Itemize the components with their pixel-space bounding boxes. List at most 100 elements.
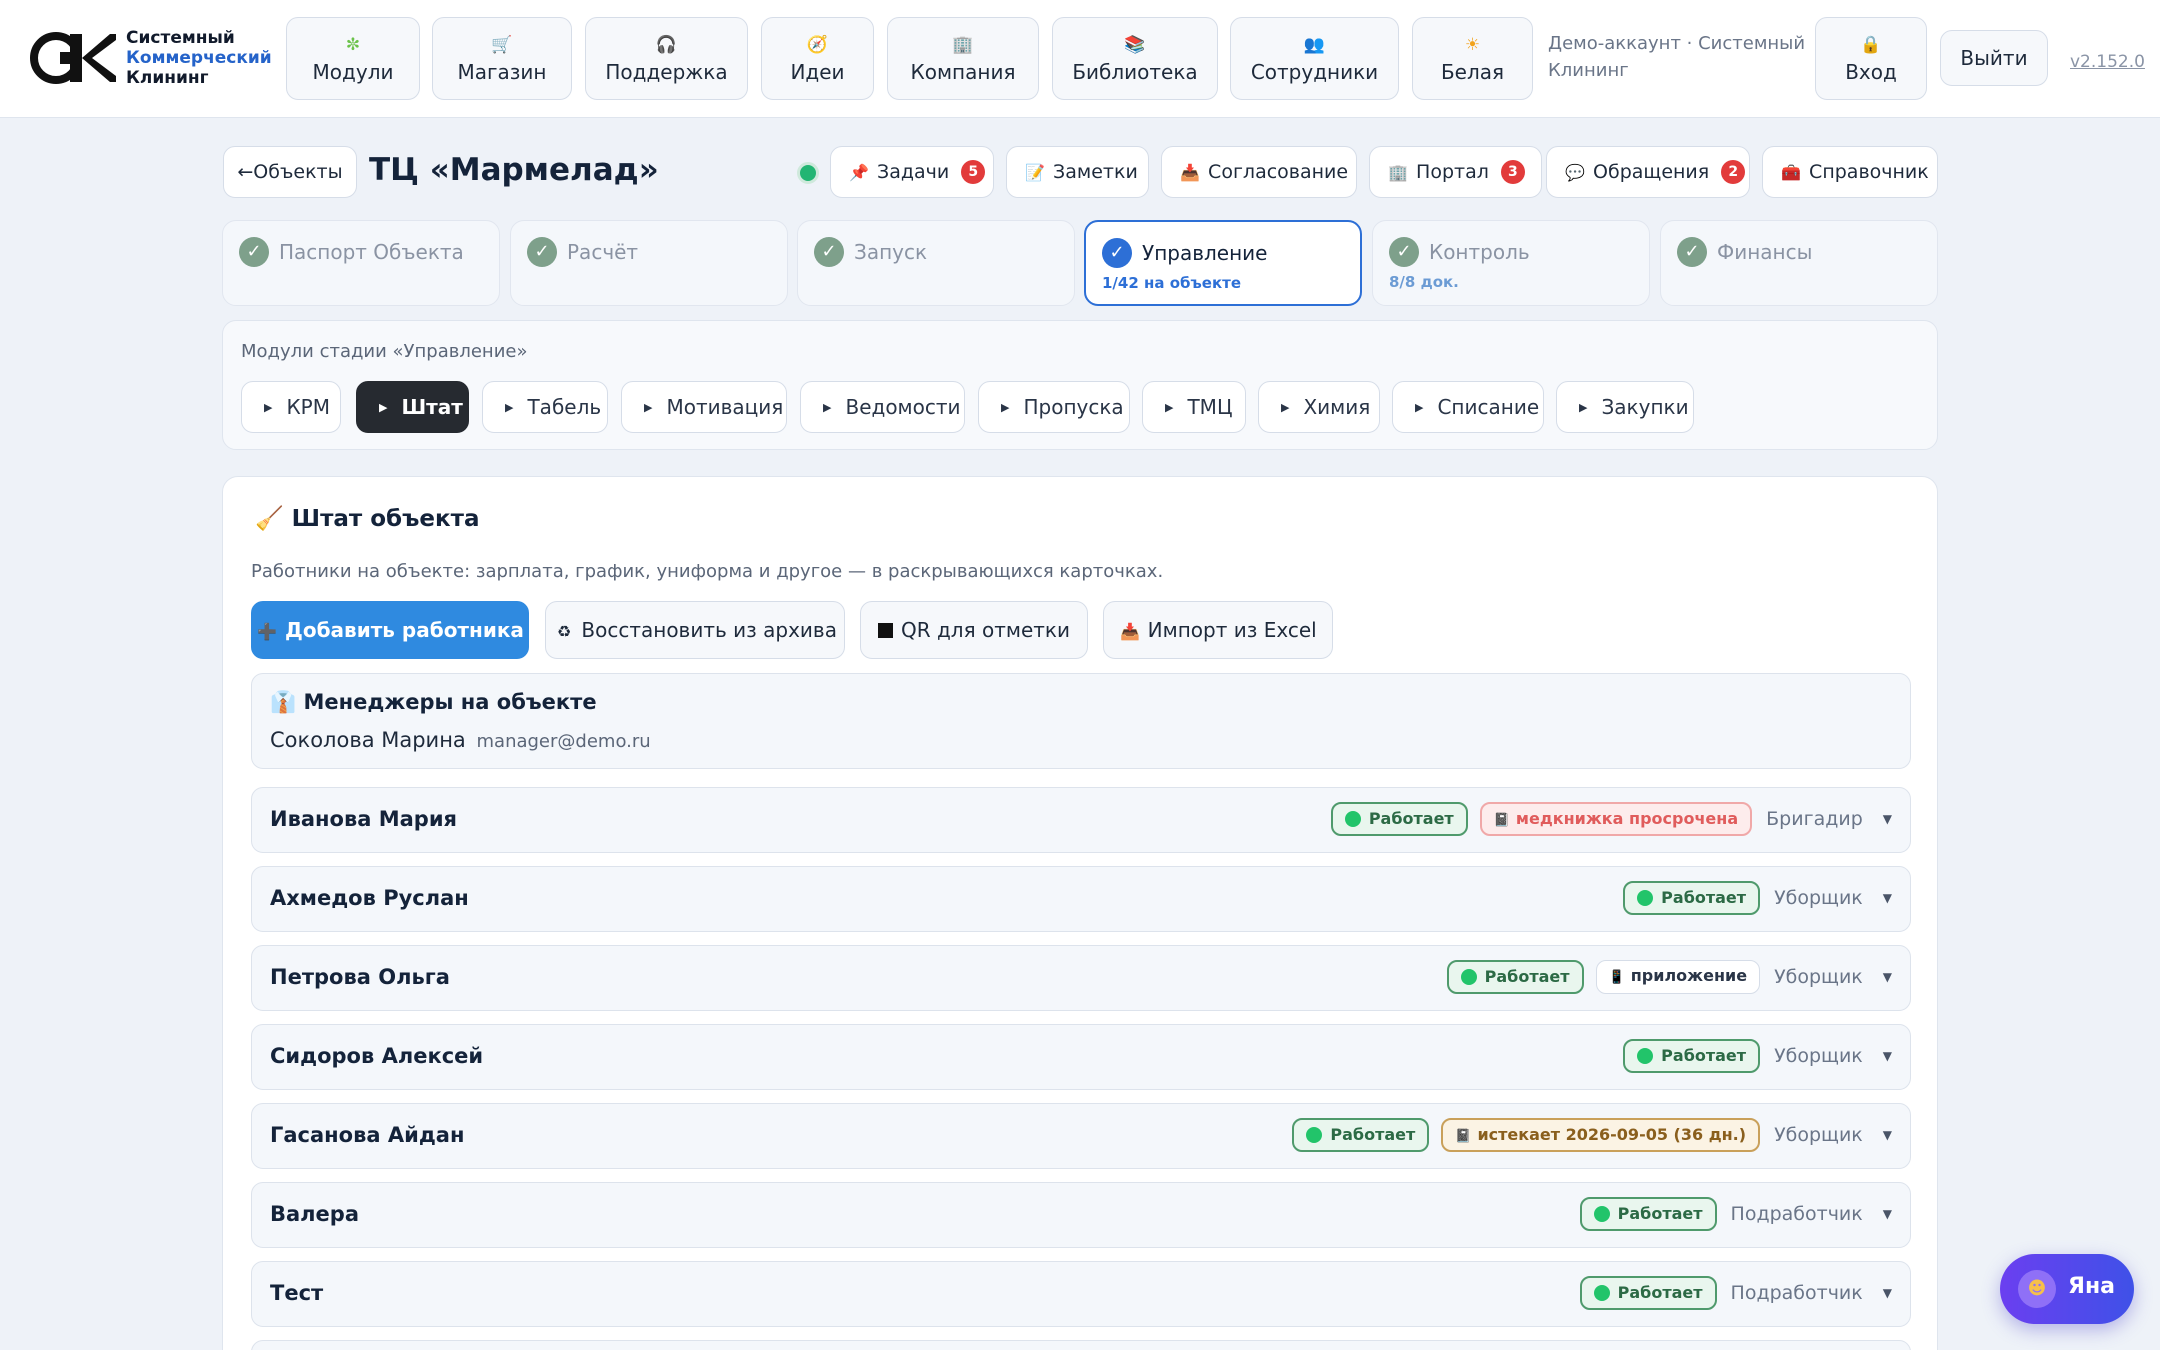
login-button[interactable]: 🔒 Вход — [1815, 17, 1927, 100]
worker-row[interactable]: Сидоров Алексей Работает Уборщик ▼ — [251, 1024, 1911, 1090]
assistant-button[interactable]: ☻ Яна — [2000, 1254, 2134, 1324]
app-badge: 📱 приложение — [1595, 960, 1761, 994]
stage-passport[interactable]: ✓ Паспорт Объекта — [222, 220, 500, 306]
triangle-right-icon: ▶ — [1281, 401, 1290, 414]
checkmark-icon: ✓ — [814, 237, 844, 267]
stage-label: Контроль — [1429, 240, 1530, 264]
worker-row[interactable]: Гасанова Айдан Работает 📓 истекает 2026-09… — [251, 1103, 1911, 1169]
memo-icon: 📝 — [1025, 163, 1045, 182]
medical-book-badge: 📓 медкнижка просрочена — [1479, 802, 1753, 836]
requests-button[interactable]: 💬 Обращения 2 — [1546, 146, 1750, 198]
worker-row[interactable]: Валера Работает Подработчик ▼ — [251, 1182, 1911, 1248]
stage-progress: 8/8 док. — [1389, 273, 1459, 291]
checkmark-icon: ✓ — [1389, 237, 1419, 267]
chevron-down-icon[interactable]: ▼ — [1883, 891, 1892, 905]
triangle-right-icon: ▶ — [1579, 401, 1588, 414]
module-write-off[interactable]: ▶ Списание — [1392, 381, 1544, 433]
module-passes[interactable]: ▶ Пропуска — [978, 381, 1130, 433]
brand-line-1: Системный — [126, 28, 235, 48]
worker-meta: Работает Уборщик ▼ — [1611, 1039, 1892, 1075]
chevron-down-icon[interactable]: ▼ — [1883, 1207, 1892, 1221]
worker-row[interactable]: Петрова Ольга Работает 📱 приложение Уборщик… — [251, 945, 1911, 1011]
chevron-down-icon[interactable]: ▼ — [1883, 1286, 1892, 1300]
add-worker-button[interactable]: ➕ Добавить работника — [251, 601, 529, 659]
triangle-right-icon: ▶ — [644, 401, 653, 414]
module-krm[interactable]: ▶ КРМ — [241, 381, 341, 433]
portal-count-badge: 3 — [1500, 160, 1525, 184]
chevron-down-icon[interactable]: ▼ — [1883, 1049, 1892, 1063]
notes-button[interactable]: 📝 Заметки — [1006, 146, 1149, 198]
nav-employees[interactable]: 👥 Сотрудники — [1230, 17, 1399, 100]
status-text: Работает — [1617, 1204, 1703, 1223]
status-badge: Работает — [1579, 1276, 1717, 1310]
directory-button[interactable]: 🧰 Справочник — [1762, 146, 1938, 198]
cleaner-person-icon: 🧹 — [255, 506, 284, 532]
module-chemicals[interactable]: ▶ Химия — [1258, 381, 1380, 433]
checkmark-icon: ✓ — [1102, 238, 1132, 268]
managers-title-text: Менеджеры на объекте — [303, 690, 597, 714]
stage-management[interactable]: ✓ Управление 1/42 на объекте — [1084, 220, 1362, 306]
nav-shop[interactable]: 🛒 Магазин — [432, 17, 572, 100]
module-label: Списание — [1437, 395, 1540, 419]
module-label: Закупки — [1601, 395, 1689, 419]
nav-support[interactable]: 🎧 Поддержка — [585, 17, 748, 100]
stage-launch[interactable]: ✓ Запуск — [797, 220, 1075, 306]
worker-role: Уборщик — [1774, 887, 1863, 909]
worker-name: Валера — [270, 1202, 360, 1226]
module-statements[interactable]: ▶ Ведомости — [800, 381, 965, 433]
worker-row[interactable]: Тест Работает Подработчик ▼ — [251, 1261, 1911, 1327]
approval-button[interactable]: 📥 Согласование — [1161, 146, 1357, 198]
module-staff[interactable]: ▶ Штат — [356, 381, 469, 433]
nav-modules[interactable]: ✼ Модули — [286, 17, 420, 100]
tag-text: приложение — [1630, 966, 1748, 985]
nav-ideas[interactable]: 🧭 Идеи — [761, 17, 874, 100]
stage-label: Управление — [1142, 241, 1268, 265]
module-purchases[interactable]: ▶ Закупки — [1556, 381, 1694, 433]
module-label: Химия — [1303, 395, 1371, 419]
headphones-icon: 🎧 — [655, 35, 678, 55]
version-link[interactable]: v2.152.0 — [2070, 52, 2145, 72]
back-to-objects-button[interactable]: ←Объекты — [223, 146, 357, 198]
status-dot-icon — [1593, 1285, 1610, 1301]
module-timesheet[interactable]: ▶ Табель — [482, 381, 608, 433]
speech-bubble-icon: 💬 — [1565, 163, 1585, 182]
recycle-icon: ♻ — [556, 622, 572, 641]
nav-label: Белая — [1440, 60, 1505, 84]
office-building-icon: 🏢 — [952, 35, 974, 55]
stage-finance[interactable]: ✓ Финансы — [1660, 220, 1938, 306]
module-tmc[interactable]: ▶ ТМЦ — [1142, 381, 1246, 433]
worker-row[interactable]: Ахмедов Руслан Работает Уборщик ▼ — [251, 866, 1911, 932]
worker-name: Гасанова Айдан — [270, 1123, 465, 1147]
compass-icon: 🧭 — [806, 35, 829, 55]
nav-company[interactable]: 🏢 Компания — [887, 17, 1039, 100]
tag-text: истекает 2026-09-05 (36 дн.) — [1477, 1125, 1747, 1144]
brand-logo[interactable]: Системный Коммерческий Клининг — [30, 28, 272, 88]
chevron-down-icon[interactable]: ▼ — [1883, 970, 1892, 984]
chevron-down-icon[interactable]: ▼ — [1883, 812, 1892, 826]
top-bar: Системный Коммерческий Клининг ✼ Модули … — [0, 0, 2160, 118]
stage-calculation[interactable]: ✓ Расчёт — [510, 220, 788, 306]
chevron-down-icon[interactable]: ▼ — [1883, 1128, 1892, 1142]
brand-name: Системный Коммерческий Клининг — [126, 28, 272, 88]
staff-description: Работники на объекте: зарплата, график, … — [251, 561, 1164, 582]
brand-line-2: Коммерческий — [126, 48, 272, 68]
worker-row[interactable] — [251, 1340, 1911, 1350]
status-dot-icon — [1637, 890, 1654, 906]
restore-archive-button[interactable]: ♻ Восстановить из архива — [545, 601, 845, 659]
staff-title-text: Штат объекта — [291, 506, 480, 532]
worker-role: Подработчик — [1730, 1203, 1863, 1225]
worker-meta: Работает 📱 приложение Уборщик ▼ — [1435, 960, 1892, 996]
qr-checkin-button[interactable]: QR для отметки — [860, 601, 1088, 659]
worker-row[interactable]: Иванова Мария Работает 📓 медкнижка просроч… — [251, 787, 1911, 853]
import-excel-button[interactable]: 📥 Импорт из Excel — [1103, 601, 1333, 659]
stage-control[interactable]: ✓ Контроль 8/8 док. — [1372, 220, 1650, 306]
portal-button[interactable]: 🏢 Портал 3 — [1369, 146, 1542, 198]
managers-title: 👔 Менеджеры на объекте — [270, 690, 597, 715]
logout-button[interactable]: Выйти — [1940, 30, 2048, 86]
plus-icon: ➕ — [257, 622, 278, 641]
nav-theme-white[interactable]: ☀ Белая — [1412, 17, 1533, 100]
status-dot-icon — [1460, 969, 1477, 985]
module-motivation[interactable]: ▶ Мотивация — [621, 381, 787, 433]
nav-library[interactable]: 📚 Библиотека — [1052, 17, 1218, 100]
tasks-button[interactable]: 📌 Задачи 5 — [830, 146, 994, 198]
